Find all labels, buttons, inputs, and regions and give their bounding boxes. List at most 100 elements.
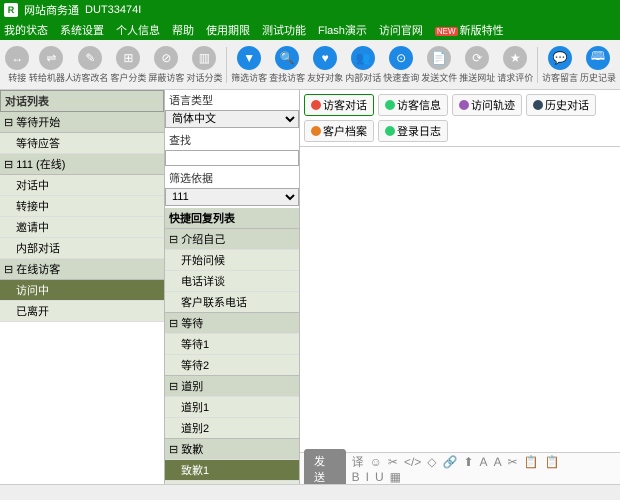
toolbar-icon: ▼: [237, 46, 261, 70]
toolbar-icon: ♥: [313, 46, 337, 70]
toolbar-icon: 🔍: [275, 46, 299, 70]
tab-登录日志[interactable]: 登录日志: [378, 120, 448, 142]
editor-tool[interactable]: ☺: [370, 455, 382, 469]
tab-icon: [459, 100, 469, 110]
menu-item[interactable]: 我的状态: [4, 22, 48, 38]
quick-item[interactable]: 道别2: [165, 417, 299, 438]
menu-item[interactable]: 访问官网: [379, 22, 423, 38]
toolbar-label: 推送网址: [459, 71, 495, 84]
editor-tool[interactable]: U: [375, 470, 384, 484]
editor-tool[interactable]: A: [480, 455, 488, 469]
tree-item[interactable]: 已离开: [0, 301, 164, 322]
tab-访客对话[interactable]: 访客对话: [304, 94, 374, 116]
tab-历史对话[interactable]: 历史对话: [526, 94, 596, 116]
filter-select[interactable]: 111: [165, 188, 299, 206]
editor-tool[interactable]: 🔗: [443, 455, 458, 469]
send-button[interactable]: 发送: [304, 449, 346, 485]
toolbar-icon: ⇌: [39, 46, 63, 70]
editor-tool[interactable]: B: [352, 470, 360, 484]
toolbar-查找访客[interactable]: 🔍查找访客: [269, 46, 305, 84]
toolbar-客户分类[interactable]: ⊞客户分类: [110, 46, 146, 84]
quick-item[interactable]: 等待1: [165, 333, 299, 354]
toolbar-转给机器人[interactable]: ⇌转给机器人: [32, 46, 70, 84]
editor-tool[interactable]: ▦: [390, 470, 401, 484]
tree-item[interactable]: 转接中: [0, 196, 164, 217]
quick-item[interactable]: 开始问候: [165, 249, 299, 270]
quick-group[interactable]: ⊟ 道别: [165, 375, 299, 396]
tab-客户档案[interactable]: 客户档案: [304, 120, 374, 142]
toolbar-label: 转接: [8, 71, 26, 84]
toolbar-转接[interactable]: ↔转接: [4, 46, 30, 84]
main-toolbar: ↔转接⇌转给机器人✎访客改名⊞客户分类⊘屏蔽访客▥对话分类▼筛选访客🔍查找访客♥…: [0, 40, 620, 90]
menu-item[interactable]: 测试功能: [262, 22, 306, 38]
menu-item[interactable]: 使用期限: [206, 22, 250, 38]
editor-tool[interactable]: 📋: [545, 455, 560, 469]
quick-item[interactable]: 道别1: [165, 396, 299, 417]
language-select[interactable]: 简体中文: [165, 110, 299, 128]
menu-item[interactable]: NEW新版特性: [435, 22, 504, 38]
search-input[interactable]: [165, 150, 299, 166]
editor-tool[interactable]: I: [366, 470, 369, 484]
editor-tool[interactable]: A: [494, 455, 502, 469]
toolbar-label: 友好对象: [307, 71, 343, 84]
toolbar-筛选访客[interactable]: ▼筛选访客: [231, 46, 267, 84]
tree-group[interactable]: ⊟ 在线访客: [0, 259, 164, 280]
tab-访问轨迹[interactable]: 访问轨迹: [452, 94, 522, 116]
tree-item[interactable]: 访问中: [0, 280, 164, 301]
editor-tool[interactable]: ✂: [388, 455, 398, 469]
tab-访客信息[interactable]: 访客信息: [378, 94, 448, 116]
toolbar-icon: 💬: [548, 46, 572, 70]
toolbar-快速查询[interactable]: ⊙快速查询: [383, 46, 419, 84]
toolbar-label: 查找访客: [269, 71, 305, 84]
toolbar-label: 客户分类: [110, 71, 146, 84]
search-label: 查找: [165, 130, 299, 150]
quick-group[interactable]: ⊟ 致歉: [165, 438, 299, 459]
editor-toolbar: 发送 译 ☺ ✂ </> ◇ 🔗 ⬆ AA ✂ 📋 📋 BIU ▦: [300, 452, 620, 484]
toolbar-icon: ⟳: [465, 46, 489, 70]
right-tabs: 访客对话访客信息访问轨迹历史对话客户档案登录日志: [300, 90, 620, 147]
quick-group[interactable]: ⊟ 等待: [165, 312, 299, 333]
menu-item[interactable]: 个人信息: [116, 22, 160, 38]
tree-item[interactable]: 对话中: [0, 175, 164, 196]
quick-item[interactable]: 客户联系电话: [165, 291, 299, 312]
menu-item[interactable]: 系统设置: [60, 22, 104, 38]
toolbar-访客改名[interactable]: ✎访客改名: [72, 46, 108, 84]
quick-item[interactable]: 等待2: [165, 354, 299, 375]
toolbar-label: 屏蔽访客: [148, 71, 184, 84]
toolbar-历史记录[interactable]: 🕮历史记录: [580, 46, 616, 84]
tree-item[interactable]: 邀请中: [0, 217, 164, 238]
menu-item[interactable]: 帮助: [172, 22, 194, 38]
quick-item[interactable]: 致歉1: [165, 459, 299, 480]
toolbar-icon: 🕮: [586, 46, 610, 70]
quick-group[interactable]: ⊟ 介绍自己: [165, 228, 299, 249]
menu-item[interactable]: Flash演示: [318, 22, 367, 38]
app-title: 网站商务通: [24, 2, 79, 18]
toolbar-label: 发送文件: [421, 71, 457, 84]
language-label: 语言类型: [165, 90, 299, 110]
toolbar-label: 访客留言: [542, 71, 578, 84]
toolbar-屏蔽访客[interactable]: ⊘屏蔽访客: [148, 46, 184, 84]
editor-tool[interactable]: </>: [404, 455, 421, 469]
toolbar-访客留言[interactable]: 💬访客留言: [542, 46, 578, 84]
quick-item[interactable]: 电话详谈: [165, 270, 299, 291]
toolbar-对话分类[interactable]: ▥对话分类: [186, 46, 222, 84]
toolbar-请求评价[interactable]: ★请求评价: [497, 46, 533, 84]
editor-tool[interactable]: ◇: [427, 455, 436, 469]
toolbar-友好对象[interactable]: ♥友好对象: [307, 46, 343, 84]
quick-reply-list: ⊟ 介绍自己开始问候电话详谈客户联系电话⊟ 等待等待1等待2⊟ 道别道别1道别2…: [165, 228, 299, 484]
editor-tool[interactable]: 译: [352, 455, 364, 469]
tree-group[interactable]: ⊟ 等待开始: [0, 112, 164, 133]
app-logo: R: [4, 3, 18, 17]
editor-tool[interactable]: ✂: [508, 455, 518, 469]
tree-group[interactable]: ⊟ 111 (在线): [0, 154, 164, 175]
toolbar-发送文件[interactable]: 📄发送文件: [421, 46, 457, 84]
editor-tool[interactable]: ⬆: [463, 455, 473, 469]
toolbar-推送网址[interactable]: ⟳推送网址: [459, 46, 495, 84]
session-id: DUT33474I: [85, 4, 141, 16]
toolbar-label: 内部对话: [345, 71, 381, 84]
tree-item[interactable]: 内部对话: [0, 238, 164, 259]
tree-item[interactable]: 等待应答: [0, 133, 164, 154]
editor-tool[interactable]: 📋: [524, 455, 539, 469]
toolbar-label: 对话分类: [186, 71, 222, 84]
toolbar-内部对话[interactable]: 👥内部对话: [345, 46, 381, 84]
